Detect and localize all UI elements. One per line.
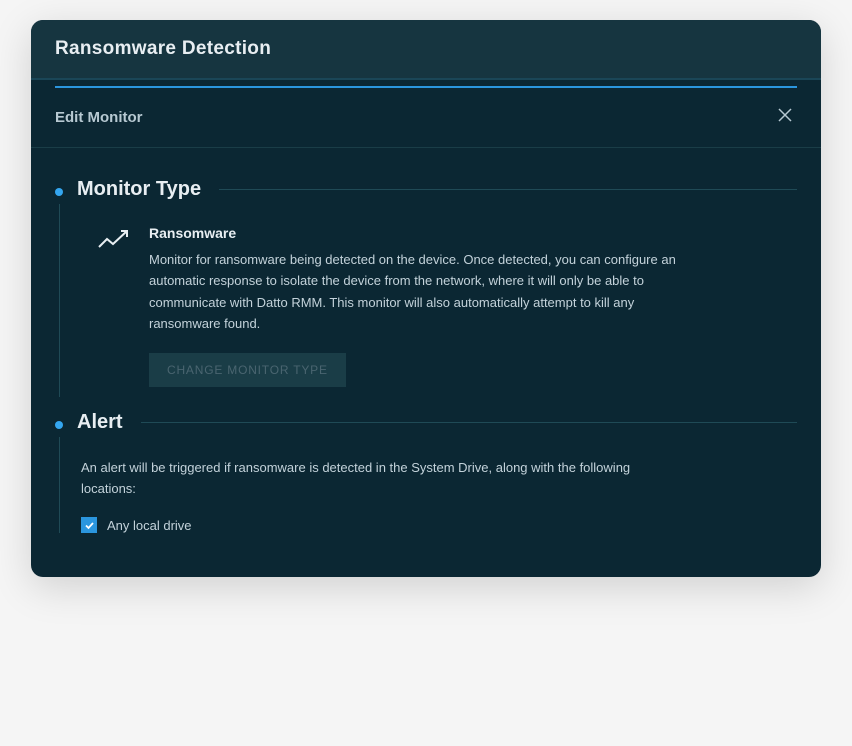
monitor-description: Monitor for ransomware being detected on…	[149, 249, 679, 335]
section-title-alert: Alert	[77, 411, 123, 434]
check-icon	[84, 520, 95, 531]
step-dot-icon	[55, 421, 63, 429]
content: Monitor Type Ransomware Monitor for rans…	[31, 148, 821, 577]
checkbox-label: Any local drive	[107, 518, 192, 533]
subheader-title: Edit Monitor	[55, 109, 142, 126]
step-dot-icon	[55, 188, 63, 196]
checkbox-any-local-drive[interactable]	[81, 517, 97, 533]
section-title-monitor-type: Monitor Type	[77, 178, 201, 201]
section-monitor-type: Monitor Type Ransomware Monitor for rans…	[55, 178, 797, 397]
monitor-item: Ransomware Monitor for ransomware being …	[77, 225, 797, 387]
section-alert: Alert An alert will be triggered if rans…	[55, 411, 797, 534]
step-marker	[55, 178, 63, 397]
alert-option-row: Any local drive	[77, 517, 797, 533]
subheader: Edit Monitor	[31, 88, 821, 148]
close-icon	[777, 107, 793, 123]
header: Ransomware Detection	[31, 20, 821, 80]
trend-up-icon	[97, 227, 131, 387]
window: Ransomware Detection Edit Monitor Monito…	[31, 20, 821, 577]
close-button[interactable]	[773, 102, 797, 133]
monitor-name: Ransomware	[149, 225, 679, 241]
alert-description: An alert will be triggered if ransomware…	[77, 458, 677, 500]
change-monitor-type-button[interactable]: CHANGE MONITOR TYPE	[149, 353, 346, 387]
step-line	[59, 204, 60, 397]
divider	[141, 422, 797, 423]
step-line	[59, 437, 60, 534]
divider	[219, 189, 797, 190]
page-title: Ransomware Detection	[55, 38, 797, 60]
step-marker	[55, 411, 63, 534]
